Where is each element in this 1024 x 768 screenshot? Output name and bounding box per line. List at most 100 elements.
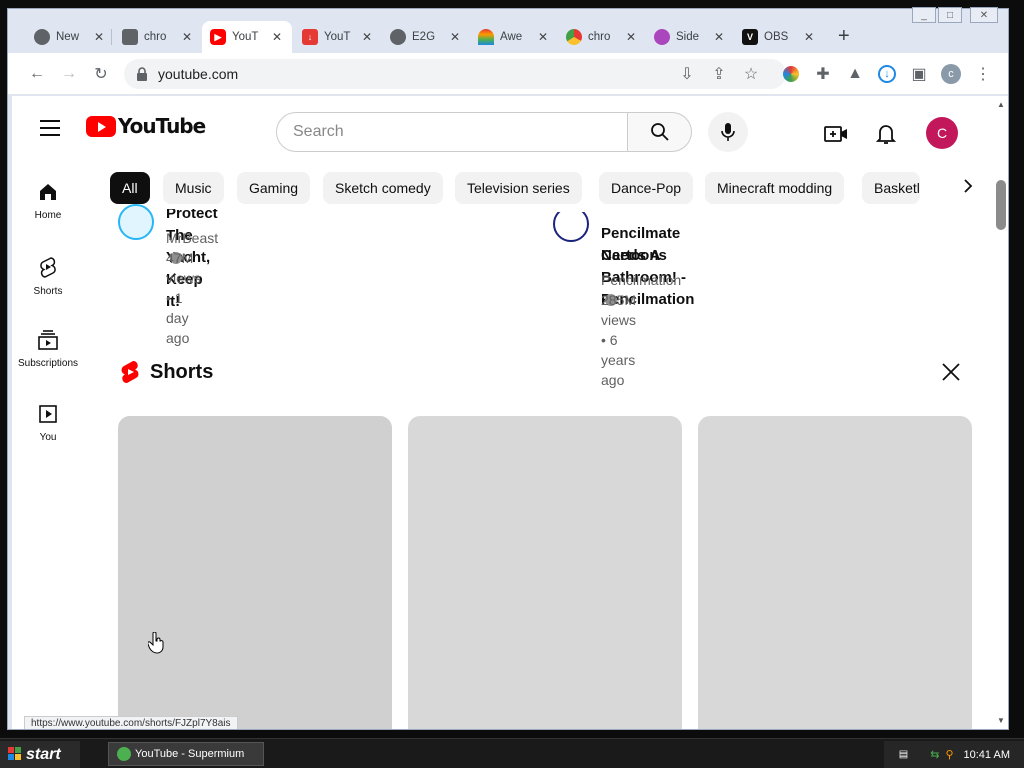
start-label: start	[26, 745, 61, 763]
side-panel-icon[interactable]: ▣	[908, 63, 930, 85]
filter-chip-bar: All Music Gaming Sketch comedy Televisio…	[110, 172, 980, 204]
tab-side[interactable]: Side ✕	[646, 21, 732, 53]
chip-sketch-comedy[interactable]: Sketch comedy	[323, 172, 443, 204]
windows-taskbar: start YouTube - Supermium ▤ ⇆ ⚲ 10:41 AM	[0, 738, 1024, 768]
close-icon[interactable]: ✕	[714, 30, 724, 44]
tab-youtube-2[interactable]: ↓ YouT ✕	[294, 21, 380, 53]
close-icon[interactable]: ✕	[804, 30, 814, 44]
menu-kebab-icon[interactable]: ⋮	[972, 63, 994, 85]
profile-icon[interactable]: c	[940, 63, 962, 85]
chip-basketball[interactable]: Basketl	[862, 172, 920, 204]
account-avatar[interactable]: C	[926, 117, 958, 149]
scroll-down-icon[interactable]: ▼	[997, 716, 1005, 725]
search-input[interactable]: Search	[276, 112, 628, 152]
clock: 10:41 AM	[963, 748, 1010, 761]
chip-television-series[interactable]: Television series	[455, 172, 582, 204]
supermium-icon	[117, 747, 131, 761]
taskbar-item-youtube[interactable]: YouTube - Supermium	[108, 742, 264, 766]
shorts-icon	[40, 257, 56, 278]
chip-all[interactable]: All	[110, 172, 150, 204]
page-scrollbar[interactable]: ▲ ▼	[994, 96, 1008, 729]
sidebar-item-subscriptions[interactable]: Subscriptions	[12, 316, 84, 390]
brain-icon	[654, 29, 670, 45]
create-video-icon[interactable]	[824, 122, 848, 146]
sidebar-label: Shorts	[33, 286, 63, 297]
notifications-bell-icon[interactable]	[874, 122, 898, 146]
scroll-up-icon[interactable]: ▲	[997, 100, 1005, 109]
system-tray: ▤ ⇆ ⚲ 10:41 AM	[884, 741, 1024, 768]
chrome-color-icon	[566, 29, 582, 45]
close-icon[interactable]: ✕	[626, 30, 636, 44]
sidebar-item-you[interactable]: You	[12, 390, 84, 464]
close-icon[interactable]: ✕	[94, 30, 104, 44]
reload-icon[interactable]: ↻	[90, 63, 112, 85]
short-card[interactable]	[408, 416, 682, 729]
channel-avatar[interactable]	[118, 204, 154, 240]
close-icon[interactable]: ✕	[272, 30, 282, 44]
short-card[interactable]	[698, 416, 972, 729]
youtube-page: YouTube Search C Home Shorts Subscriptio…	[12, 96, 1008, 729]
short-card[interactable]	[118, 416, 392, 729]
chip-minecraft-modding[interactable]: Minecraft modding	[705, 172, 845, 204]
maximize-icon[interactable]: □	[938, 7, 962, 23]
tab-label: YouT	[324, 31, 351, 43]
tab-chro[interactable]: chro ✕	[114, 21, 200, 53]
chip-dance-pop[interactable]: Dance-Pop	[599, 172, 694, 204]
tab-awe[interactable]: Awe ✕	[470, 21, 556, 53]
tab-label: New	[56, 31, 80, 43]
window-close-icon[interactable]: ✕	[970, 7, 998, 23]
video-title-line2[interactable]: Cartoons	[601, 245, 667, 267]
search-button[interactable]	[628, 112, 692, 152]
tab-label: chro	[588, 31, 611, 43]
new-tab-button[interactable]: +	[838, 25, 850, 48]
voice-search-button[interactable]	[708, 112, 748, 152]
channel-name-text: Pencilmation	[601, 272, 682, 288]
puzzle-extensions-icon[interactable]: ✚	[812, 63, 834, 85]
start-button[interactable]: start	[0, 741, 80, 768]
channel-avatar[interactable]	[553, 212, 589, 242]
v-logo-icon: V	[742, 29, 758, 45]
status-bar-url: https://www.youtube.com/shorts/FJZpl7Y8a…	[24, 716, 238, 729]
windows-logo-icon	[8, 747, 21, 760]
keyboard-icon[interactable]: ▤	[899, 749, 908, 760]
tab-obs[interactable]: V OBS ✕	[734, 21, 824, 53]
youtube-play-icon	[86, 115, 116, 137]
chevron-right-icon[interactable]	[956, 174, 980, 198]
scrollbar-thumb[interactable]	[996, 180, 1006, 230]
sidebar-label: You	[39, 432, 57, 443]
chip-gaming[interactable]: Gaming	[237, 172, 311, 204]
sidebar-label: Subscriptions	[17, 358, 79, 369]
close-icon[interactable]: ✕	[538, 30, 548, 44]
close-icon[interactable]: ✕	[182, 30, 192, 44]
share-icon[interactable]: ⇪	[708, 63, 730, 85]
back-arrow-icon[interactable]: ←	[26, 63, 48, 85]
shorts-shelf-header: Shorts	[120, 360, 213, 384]
globe-icon	[390, 29, 406, 45]
minimize-icon[interactable]: _	[912, 7, 936, 23]
microphone-icon	[721, 123, 735, 141]
bookmark-star-icon[interactable]: ☆	[740, 63, 762, 85]
forward-arrow-icon[interactable]: →	[58, 63, 80, 85]
tab-strip: New ✕ chro ✕ ▶ YouT ✕ ↓ YouT ✕ E2G ✕ Awe…	[8, 7, 1008, 53]
rainbow-icon	[478, 29, 494, 45]
youtube-logo[interactable]: YouTube	[86, 114, 206, 138]
sidebar-item-shorts[interactable]: Shorts	[12, 242, 84, 316]
sidebar-item-home[interactable]: Home	[12, 168, 84, 242]
network-icon[interactable]: ⇆	[930, 748, 939, 761]
search-tray-icon[interactable]: ⚲	[945, 748, 953, 761]
tab-new[interactable]: New ✕	[26, 21, 112, 53]
tab-e2g[interactable]: E2G ✕	[382, 21, 468, 53]
tab-chro-2[interactable]: chro ✕	[558, 21, 644, 53]
close-icon[interactable]: ✕	[450, 30, 460, 44]
tab-label: YouT	[232, 31, 259, 43]
extension-color-icon[interactable]	[780, 63, 802, 85]
tab-youtube-active[interactable]: ▶ YouT ✕	[202, 21, 292, 53]
flask-icon[interactable]: ▲	[844, 63, 866, 85]
logo-text: YouTube	[118, 114, 206, 138]
download-circle-icon[interactable]: ↓	[876, 63, 898, 85]
close-icon[interactable]: ✕	[362, 30, 372, 44]
close-icon[interactable]	[940, 361, 962, 383]
chip-music[interactable]: Music	[163, 172, 224, 204]
install-app-icon[interactable]: ⇩	[676, 63, 698, 85]
hamburger-menu-icon[interactable]	[40, 120, 60, 136]
